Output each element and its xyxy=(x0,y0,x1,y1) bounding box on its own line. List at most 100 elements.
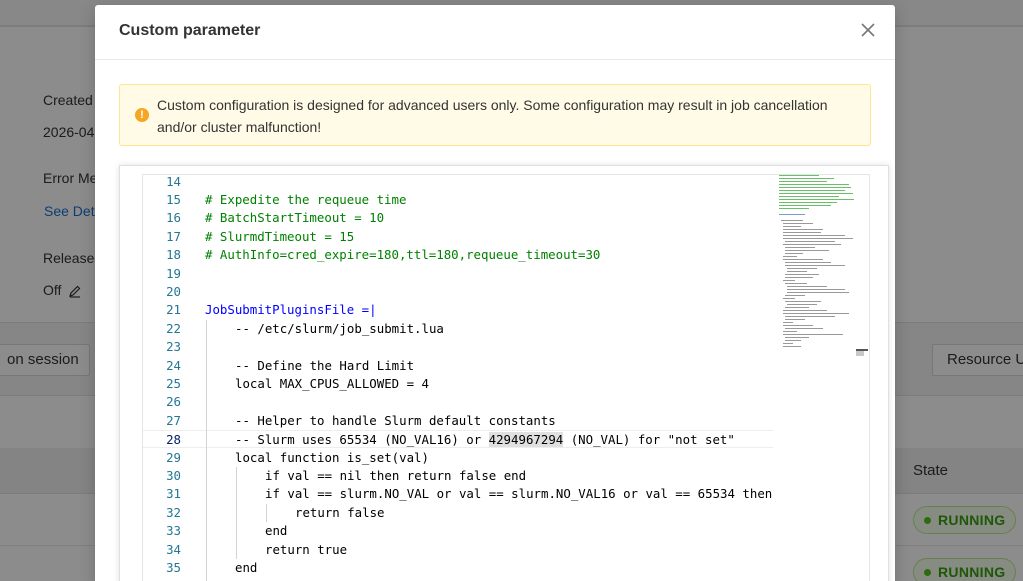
code-line[interactable]: 30 if val == nil then return false end xyxy=(143,467,773,485)
minimap-line xyxy=(783,280,795,281)
minimap-line xyxy=(787,289,845,290)
close-icon[interactable] xyxy=(857,19,879,41)
minimap-line xyxy=(783,259,823,260)
editor-scrollbar[interactable] xyxy=(857,175,869,581)
line-number: 34 xyxy=(166,541,181,557)
minimap-line xyxy=(783,244,841,245)
code-text: return false xyxy=(295,504,385,520)
indent-guide xyxy=(236,466,237,559)
minimap-line xyxy=(783,232,821,233)
minimap-line xyxy=(785,250,829,251)
code-text: -- /etc/slurm/job_submit.lua xyxy=(235,320,444,336)
minimap-line xyxy=(785,247,815,248)
minimap-line xyxy=(779,196,839,197)
code-editor[interactable]: 14 15 # Expedite the requeue time 16 # Batch… xyxy=(142,174,870,581)
code-line[interactable]: 32 return false xyxy=(143,504,773,522)
minimap-line xyxy=(783,334,843,335)
minimap-line xyxy=(779,190,845,191)
minimap-line xyxy=(785,262,831,263)
minimap-line xyxy=(783,322,793,323)
search-highlight: 4294967294 xyxy=(488,432,564,448)
code-line[interactable]: 17 # SlurmdTimeout = 15 xyxy=(143,228,773,246)
minimap-line xyxy=(781,220,803,221)
code-line[interactable]: 16 # BatchStartTimeout = 10 xyxy=(143,209,773,227)
line-number: 29 xyxy=(166,449,181,465)
minimap-line xyxy=(779,175,819,176)
modal-header: Custom parameter xyxy=(95,5,895,60)
minimap-line xyxy=(779,214,805,215)
minimap-line xyxy=(779,187,851,188)
minimap-line xyxy=(785,265,845,266)
minimap-line xyxy=(783,313,849,314)
indent-guide xyxy=(266,503,267,523)
line-number: 21 xyxy=(166,302,181,318)
code-text: -- Helper to handle Slurm default consta… xyxy=(235,412,556,428)
code-line[interactable]: 36 xyxy=(143,577,773,581)
minimap-line xyxy=(785,253,803,254)
minimap-line xyxy=(787,268,817,269)
line-number: 35 xyxy=(166,559,181,575)
warning-alert: ! Custom configuration is designed for a… xyxy=(119,84,871,146)
minimap-line xyxy=(785,316,835,317)
code-line[interactable]: 20 xyxy=(143,283,773,301)
line-number: 15 xyxy=(166,191,181,207)
code-line[interactable]: 25 local MAX_CPUS_ALLOWED = 4 xyxy=(143,375,773,393)
minimap-line xyxy=(787,286,827,287)
code-line[interactable]: 31 if val == slurm.NO_VAL or val == slurm… xyxy=(143,485,773,503)
code-line[interactable]: 27 -- Helper to handle Slurm default cons… xyxy=(143,412,773,430)
minimap-line xyxy=(783,331,797,332)
warning-text: Custom configuration is designed for adv… xyxy=(157,97,828,135)
code-text: -- Slurm uses 65534 (NO_VAL16) or 429496… xyxy=(235,432,735,448)
minimap-line xyxy=(785,295,805,296)
code-text: end xyxy=(235,559,258,575)
line-number: 14 xyxy=(166,174,181,189)
line-number: 33 xyxy=(166,523,181,539)
minimap-line xyxy=(785,340,801,341)
line-number: 36 xyxy=(143,577,181,581)
minimap-line xyxy=(779,202,837,203)
minimap-line xyxy=(779,199,854,200)
code-line[interactable]: 34 return true xyxy=(143,541,773,559)
code-text: # SlurmdTimeout = 15 xyxy=(205,228,355,244)
minimap-line xyxy=(783,223,813,224)
line-number: 20 xyxy=(166,283,181,299)
code-text: # AuthInfo=cred_expire=180,ttl=180,reque… xyxy=(205,247,601,263)
minimap-line xyxy=(779,181,827,182)
minimap-line xyxy=(785,328,823,329)
code-line[interactable]: 24 -- Define the Hard Limit xyxy=(143,357,773,375)
code-line[interactable]: 35 end xyxy=(143,559,773,577)
minimap-line xyxy=(779,193,853,194)
code-line[interactable]: 29 local function is_set(val) xyxy=(143,449,773,467)
minimap-line xyxy=(783,235,845,236)
code-line[interactable]: 15 # Expedite the requeue time xyxy=(143,191,773,209)
code-text: -- Define the Hard Limit xyxy=(235,357,415,373)
line-number: 23 xyxy=(166,339,181,355)
code-line[interactable]: 19 xyxy=(143,265,773,283)
code-line[interactable]: 22 -- /etc/slurm/job_submit.lua xyxy=(143,320,773,338)
minimap-line xyxy=(785,301,821,302)
line-number: 28 xyxy=(166,432,181,448)
code-line[interactable]: 28 -- Slurm uses 65534 (NO_VAL16) or 4294… xyxy=(143,430,773,449)
minimap-line xyxy=(783,310,827,311)
code-line[interactable]: 33 end xyxy=(143,522,773,540)
line-number: 17 xyxy=(166,228,181,244)
code-line[interactable]: 21 JobSubmitPluginsFile =| xyxy=(143,301,773,319)
minimap-line xyxy=(785,277,813,278)
line-number: 24 xyxy=(166,357,181,373)
minimap-line xyxy=(785,283,807,284)
line-number: 30 xyxy=(166,467,181,483)
minimap-line xyxy=(785,337,809,338)
line-number: 26 xyxy=(166,394,181,410)
code-line[interactable]: 14 xyxy=(143,174,773,191)
code-line[interactable]: 23 xyxy=(143,338,773,356)
minimap-line xyxy=(783,229,823,230)
line-number: 32 xyxy=(166,504,181,520)
code-line[interactable]: 26 xyxy=(143,393,773,411)
code-text: end xyxy=(265,523,288,539)
code-text: local MAX_CPUS_ALLOWED = 4 xyxy=(235,375,429,391)
minimap-line xyxy=(785,274,819,275)
minimap-line xyxy=(785,241,835,242)
minimap[interactable] xyxy=(779,175,859,365)
minimap-line xyxy=(783,256,797,257)
code-line[interactable]: 18 # AuthInfo=cred_expire=180,ttl=180,req… xyxy=(143,246,773,264)
